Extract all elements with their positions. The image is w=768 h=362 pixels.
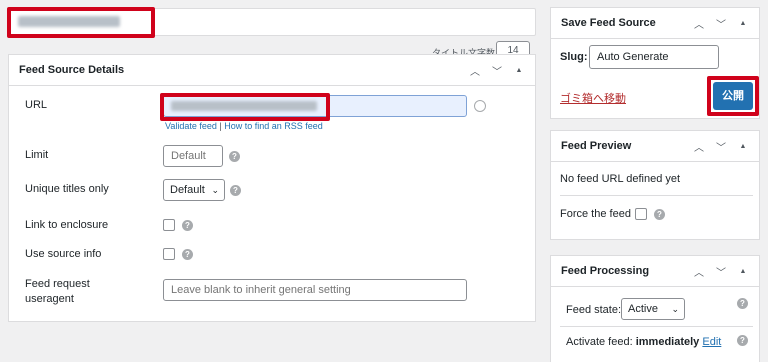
useragent-label-line2: useragent [25,293,74,305]
triangle-up-icon[interactable]: ▲ [737,20,749,27]
unique-titles-value: Default [170,184,205,196]
help-icon: ? [182,249,193,260]
chevron-down-icon[interactable]: ﹀ [715,264,727,279]
chevron-up-icon[interactable]: ︿ [693,16,705,31]
feed-processing-header: Feed Processing ︿ ﹀ ▲ [551,256,759,287]
unique-titles-label: Unique titles only [25,183,109,195]
feed-source-details-title: Feed Source Details [19,64,125,76]
link-enclosure-checkbox[interactable] [163,219,175,231]
link-separator: | [219,121,222,131]
url-status-icon [474,100,486,112]
feed-state-label: Feed state: [566,304,622,316]
feed-preview-header: Feed Preview ︿ ﹀ ▲ [551,131,759,162]
publish-highlight-box [707,76,759,116]
unique-titles-select[interactable]: Default ⌄ [163,179,225,201]
chevron-up-icon[interactable]: ︿ [469,63,481,78]
slug-input[interactable]: Auto Generate [589,45,719,69]
feed-processing-panel: Feed Processing ︿ ﹀ ▲ Feed state: Active… [550,255,760,362]
force-feed-label: Force the feed [560,208,631,220]
triangle-up-icon[interactable]: ▲ [513,67,525,74]
useragent-label-line1: Feed request [25,278,90,290]
use-source-info-checkbox[interactable] [163,248,175,260]
no-feed-text: No feed URL defined yet [560,173,681,185]
chevron-down-icon[interactable]: ﹀ [715,16,727,31]
feed-preview-panel: Feed Preview ︿ ﹀ ▲ No feed URL defined y… [550,130,760,240]
url-highlight-box [160,93,330,121]
feed-source-details-header: Feed Source Details ︿ ﹀ ▲ [9,55,535,86]
triangle-up-icon[interactable]: ▲ [737,268,749,275]
slug-label: Slug: [560,51,588,63]
feed-processing-title: Feed Processing [561,265,650,277]
limit-label: Limit [25,149,49,161]
activate-feed-value: immediately [635,336,700,348]
url-label: URL [25,99,48,111]
slug-value: Auto Generate [597,51,669,63]
help-icon: ? [654,209,665,220]
link-enclosure-label: Link to enclosure [25,219,109,231]
chevron-down-icon[interactable]: ﹀ [491,63,503,78]
activate-edit-link[interactable]: Edit [702,336,721,348]
feed-state-select[interactable]: Active ⌄ [621,298,685,320]
force-feed-checkbox[interactable] [635,208,647,220]
processing-divider [560,326,753,327]
chevron-down-icon: ⌄ [671,304,679,314]
feed-source-details-panel: Feed Source Details ︿ ﹀ ▲ URL Validate f… [8,54,536,322]
useragent-input[interactable] [163,279,467,301]
feed-preview-title: Feed Preview [561,140,632,152]
trash-link[interactable]: ゴミ箱へ移動 [560,90,626,106]
validate-feed-link[interactable]: Validate feed [165,121,217,131]
limit-input[interactable] [163,145,223,167]
use-source-info-label: Use source info [25,248,102,260]
howto-rss-link[interactable]: How to find an RSS feed [224,121,323,131]
feed-state-value: Active [628,303,658,315]
chevron-up-icon[interactable]: ︿ [693,264,705,279]
help-icon: ? [737,298,748,309]
activate-feed-label: Activate feed: [566,336,633,348]
preview-divider [560,195,753,196]
save-feed-source-title: Save Feed Source [561,17,656,29]
help-icon: ? [182,220,193,231]
help-icon: ? [229,151,240,162]
title-highlight-box [7,7,155,38]
chevron-up-icon[interactable]: ︿ [693,139,705,154]
chevron-down-icon[interactable]: ﹀ [715,139,727,154]
triangle-up-icon[interactable]: ▲ [737,143,749,150]
save-feed-source-header: Save Feed Source ︿ ﹀ ▲ [551,8,759,39]
chevron-down-icon: ⌄ [211,185,219,195]
help-icon: ? [230,185,241,196]
help-icon: ? [737,335,748,346]
